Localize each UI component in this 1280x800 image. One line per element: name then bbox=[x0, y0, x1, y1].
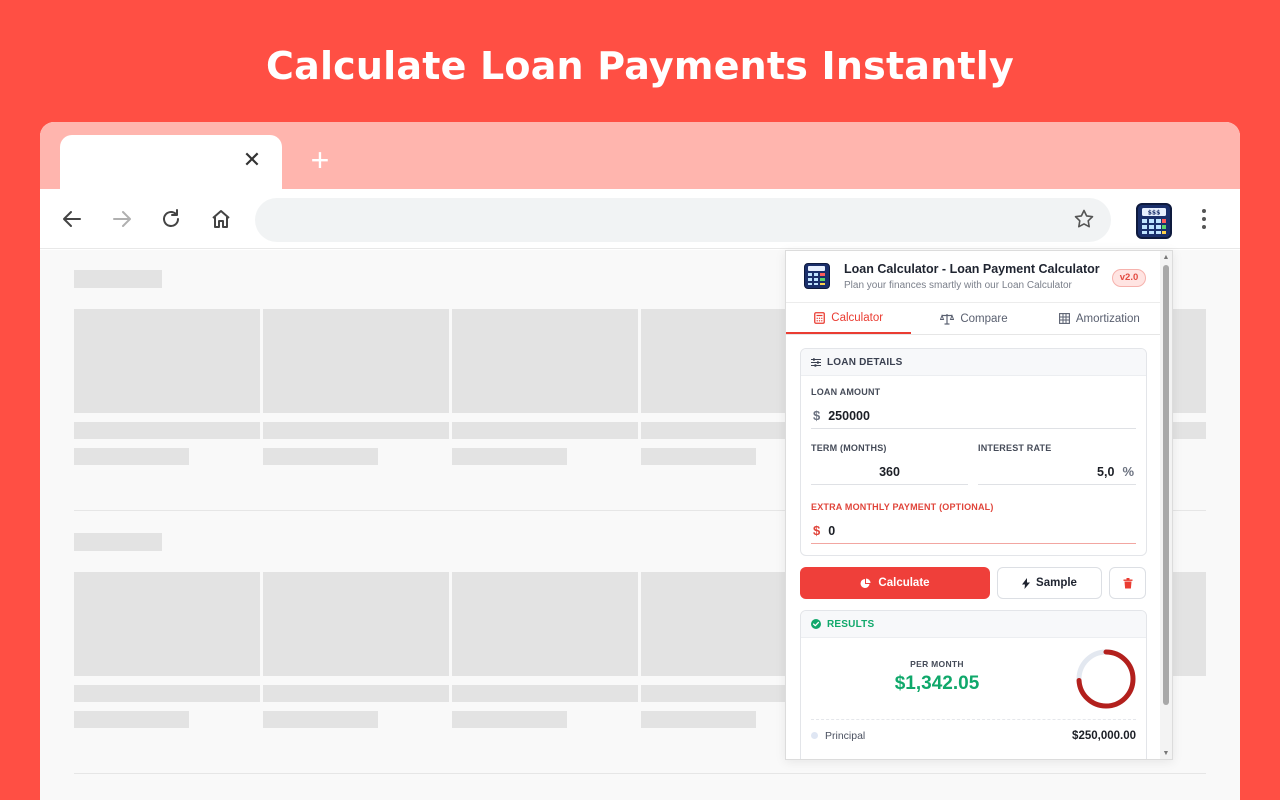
tab-compare-label: Compare bbox=[960, 312, 1008, 325]
svg-text:$$$: $$$ bbox=[1148, 210, 1161, 217]
clear-button[interactable] bbox=[1109, 567, 1146, 599]
principal-value: $250,000.00 bbox=[1072, 729, 1136, 742]
bolt-icon bbox=[1022, 577, 1031, 589]
sliders-icon bbox=[811, 357, 821, 367]
results-card: RESULTS PER MONTH $1,342.05 Principal $2… bbox=[800, 610, 1147, 759]
monthly-payment-amount: $1,342.05 bbox=[894, 673, 980, 694]
dollar-icon: $ bbox=[813, 408, 821, 423]
popup-tabs: Calculator Compare Amortization bbox=[786, 303, 1162, 335]
term-label: TERM (MONTHS) bbox=[811, 443, 887, 453]
term-value: 360 bbox=[879, 464, 900, 479]
tab-close-icon[interactable]: ✕ bbox=[240, 148, 264, 172]
scale-icon bbox=[940, 313, 955, 325]
interest-rate-input[interactable]: 5,0 % bbox=[978, 459, 1136, 485]
check-circle-icon bbox=[811, 619, 821, 629]
tab-amortization-label: Amortization bbox=[1075, 312, 1140, 325]
headline: Calculate Loan Payments Instantly bbox=[266, 44, 1014, 88]
extra-payment-label: EXTRA MONTHLY PAYMENT (OPTIONAL) bbox=[811, 502, 994, 512]
new-tab-icon[interactable]: + bbox=[306, 144, 334, 176]
loan-details-card: LOAN DETAILS LOAN AMOUNT $ 250000 TERM (… bbox=[800, 348, 1147, 556]
results-header: RESULTS bbox=[801, 611, 1146, 638]
scroll-down-icon[interactable]: ▼ bbox=[1162, 750, 1170, 758]
scroll-up-icon[interactable]: ▲ bbox=[1162, 254, 1170, 262]
extension-popup: Loan Calculator - Loan Payment Calculato… bbox=[785, 250, 1173, 760]
calculate-button[interactable]: Calculate bbox=[800, 567, 990, 599]
extra-payment-value: 0 bbox=[828, 523, 836, 538]
reload-icon[interactable] bbox=[157, 205, 185, 233]
forward-icon[interactable] bbox=[108, 205, 136, 233]
term-input[interactable]: 360 bbox=[811, 459, 968, 485]
pie-chart-icon bbox=[860, 578, 871, 588]
principal-label: Principal bbox=[825, 729, 866, 742]
interest-rate-label: INTEREST RATE bbox=[978, 443, 1052, 453]
table-icon bbox=[1058, 313, 1070, 324]
address-bar[interactable] bbox=[255, 198, 1111, 242]
per-month-label: PER MONTH bbox=[910, 659, 964, 669]
browser-toolbar: $$$ bbox=[40, 189, 1240, 249]
principal-dot bbox=[811, 732, 818, 739]
version-badge: v2.0 bbox=[1112, 269, 1146, 287]
home-icon[interactable] bbox=[207, 205, 235, 233]
percent-icon: % bbox=[1122, 464, 1134, 479]
calculator-extension-icon[interactable]: $$$ bbox=[1136, 203, 1172, 239]
popup-header: Loan Calculator - Loan Payment Calculato… bbox=[786, 251, 1162, 303]
calculator-logo-icon bbox=[804, 263, 830, 289]
dollar-icon: $ bbox=[813, 523, 821, 538]
popup-scrollbar[interactable]: ▲ ▼ bbox=[1160, 251, 1172, 759]
scroll-thumb[interactable] bbox=[1163, 265, 1169, 705]
payment-donut-chart bbox=[1076, 649, 1136, 709]
tab-calculator[interactable]: Calculator bbox=[786, 303, 912, 334]
loan-amount-value: 250000 bbox=[828, 408, 870, 423]
browser-tab[interactable]: ✕ bbox=[60, 135, 282, 191]
star-icon[interactable] bbox=[1073, 208, 1095, 235]
tab-calculator-label: Calculator bbox=[831, 311, 884, 324]
calculator-icon bbox=[814, 311, 826, 324]
popup-title: Loan Calculator - Loan Payment Calculato… bbox=[844, 262, 1100, 276]
loan-amount-label: LOAN AMOUNT bbox=[811, 387, 881, 397]
trash-icon bbox=[1123, 577, 1132, 588]
principal-row: Principal $250,000.00 bbox=[811, 719, 1136, 751]
interest-rate-value: 5,0 bbox=[1097, 464, 1115, 479]
loan-amount-input[interactable]: $ 250000 bbox=[811, 403, 1136, 429]
tab-amortization[interactable]: Amortization bbox=[1037, 303, 1162, 334]
extra-payment-input[interactable]: $ 0 bbox=[811, 518, 1136, 544]
more-vertical-icon[interactable] bbox=[1198, 207, 1210, 231]
tab-strip: ✕ + bbox=[40, 122, 1240, 191]
popup-subtitle: Plan your finances smartly with our Loan… bbox=[844, 280, 1072, 291]
loan-details-header: LOAN DETAILS bbox=[801, 349, 1146, 376]
sample-button[interactable]: Sample bbox=[997, 567, 1102, 599]
back-icon[interactable] bbox=[58, 205, 86, 233]
tab-compare[interactable]: Compare bbox=[911, 303, 1036, 334]
